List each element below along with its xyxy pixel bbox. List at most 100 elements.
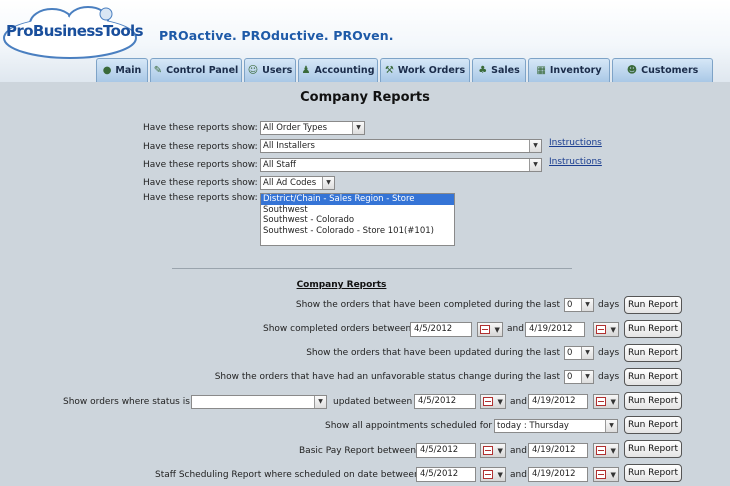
and-label: and (510, 470, 527, 480)
chevron-down-icon: ▼ (529, 140, 541, 152)
chevron-down-icon: ▼ (581, 371, 593, 383)
ad-codes-value: All Ad Codes (263, 178, 317, 188)
tab-label: Customers (641, 65, 699, 76)
inventory-icon: ▦ (536, 65, 546, 76)
run-report-button[interactable]: Run Report (624, 368, 682, 386)
calendar-icon (483, 470, 494, 479)
completed-to-date[interactable]: 4/19/2012 (525, 322, 585, 337)
pay-from-date[interactable]: 4/5/2012 (416, 443, 476, 458)
run-report-button[interactable]: Run Report (624, 440, 682, 458)
order-types-value: All Order Types (263, 123, 328, 133)
status-to-date[interactable]: 4/19/2012 (528, 394, 588, 409)
staff-value: All Staff (263, 160, 297, 170)
updated-days-value: 0 (567, 348, 573, 358)
chevron-down-icon: ▼ (610, 470, 616, 479)
updated-between-label: updated between (333, 397, 413, 407)
calendar-button[interactable]: ▼ (593, 322, 619, 337)
order-types-select[interactable]: All Order Types ▼ (260, 121, 365, 135)
region-option[interactable]: Southwest - Colorado (261, 215, 454, 226)
sales-icon: ♣ (478, 65, 488, 76)
run-report-button[interactable]: Run Report (624, 296, 682, 314)
calendar-button[interactable]: ▼ (480, 394, 506, 409)
calendar-button[interactable]: ▼ (593, 467, 619, 482)
updated-days-select[interactable]: 0 ▼ (564, 346, 594, 360)
tab-label: Accounting (314, 65, 375, 76)
calendar-icon (596, 325, 607, 334)
status-select[interactable]: ▼ (191, 395, 327, 409)
unfavorable-days-value: 0 (567, 372, 573, 382)
appointments-day-value: today : Thursday (497, 421, 569, 431)
calendar-button[interactable]: ▼ (480, 443, 506, 458)
completed-days-select[interactable]: 0 ▼ (564, 298, 594, 312)
calendar-icon (596, 446, 607, 455)
run-report-button[interactable]: Run Report (624, 464, 682, 482)
report-basic-pay-label: Basic Pay Report between (299, 446, 417, 456)
run-report-button[interactable]: Run Report (624, 416, 682, 434)
header: ProBusinessTools PROactive. PROductive. … (0, 0, 730, 82)
staff-select[interactable]: All Staff ▼ (260, 158, 542, 172)
schedule-to-date[interactable]: 4/19/2012 (528, 467, 588, 482)
report-status-label: Show orders where status is (63, 397, 190, 407)
chevron-down-icon: ▼ (610, 325, 616, 334)
unfavorable-days-select[interactable]: 0 ▼ (564, 370, 594, 384)
days-label: days (598, 372, 620, 382)
region-option[interactable]: District/Chain - Sales Region - Store (261, 194, 454, 205)
wrench-icon: ✎ (153, 65, 163, 76)
tab-sales[interactable]: ♣ Sales (472, 58, 526, 82)
work-orders-icon: ⚒ (384, 65, 394, 76)
main-nav: ● Main ✎ Control Panel ☺ Users ♟ Account… (0, 58, 730, 82)
chevron-down-icon: ▼ (581, 347, 593, 359)
status-from-date[interactable]: 4/5/2012 (414, 394, 476, 409)
report-completed-last-label: Show the orders that have been completed… (295, 300, 560, 310)
installers-value: All Installers (263, 141, 315, 151)
chevron-down-icon: ▼ (529, 159, 541, 171)
chevron-down-icon: ▼ (352, 122, 364, 134)
instructions-link-staff[interactable]: Instructions (549, 157, 602, 167)
tab-main[interactable]: ● Main (96, 58, 148, 82)
report-updated-last-label: Show the orders that have been updated d… (306, 348, 560, 358)
pay-to-date[interactable]: 4/19/2012 (528, 443, 588, 458)
calendar-button[interactable]: ▼ (477, 322, 503, 337)
appointments-day-select[interactable]: today : Thursday ▼ (494, 419, 618, 433)
run-report-button[interactable]: Run Report (624, 344, 682, 362)
chevron-down-icon: ▼ (610, 446, 616, 455)
region-option[interactable]: Southwest (261, 205, 454, 216)
chevron-down-icon: ▼ (322, 177, 334, 189)
chevron-down-icon: ▼ (605, 420, 617, 432)
report-appointments-label: Show all appointments scheduled for (325, 421, 493, 431)
tab-control-panel[interactable]: ✎ Control Panel (150, 58, 242, 82)
completed-days-value: 0 (567, 300, 573, 310)
report-completed-between-label: Show completed orders between (263, 324, 412, 334)
and-label: and (510, 446, 527, 456)
tab-label: Work Orders (397, 65, 466, 76)
instructions-link-installers[interactable]: Instructions (549, 138, 602, 148)
tab-users[interactable]: ☺ Users (244, 58, 296, 82)
tab-label: Main (115, 65, 142, 76)
calendar-button[interactable]: ▼ (593, 443, 619, 458)
region-listbox[interactable]: District/Chain - Sales Region - Store So… (260, 193, 455, 246)
tab-accounting[interactable]: ♟ Accounting (298, 58, 378, 82)
calendar-button[interactable]: ▼ (593, 394, 619, 409)
logo-text: ProBusinessTools (6, 22, 144, 40)
report-unfavorable-label: Show the orders that have had an unfavor… (214, 372, 560, 382)
tab-customers[interactable]: ☻ Customers (612, 58, 713, 82)
calendar-button[interactable]: ▼ (480, 467, 506, 482)
and-label: and (510, 397, 527, 407)
filter-label-installers: Have these reports show: (143, 142, 258, 152)
chevron-down-icon: ▼ (314, 396, 326, 408)
page-title: Company Reports (300, 90, 430, 105)
and-label: and (507, 324, 524, 334)
run-report-button[interactable]: Run Report (624, 320, 682, 338)
tab-work-orders[interactable]: ⚒ Work Orders (380, 58, 470, 82)
ad-codes-select[interactable]: All Ad Codes ▼ (260, 176, 335, 190)
schedule-from-date[interactable]: 4/5/2012 (416, 467, 476, 482)
tab-inventory[interactable]: ▦ Inventory (528, 58, 610, 82)
filter-label-order-types: Have these reports show: (143, 123, 258, 133)
installers-select[interactable]: All Installers ▼ (260, 139, 542, 153)
completed-from-date[interactable]: 4/5/2012 (410, 322, 472, 337)
region-option[interactable]: Southwest - Colorado - Store 101(#101) (261, 226, 454, 237)
run-report-button[interactable]: Run Report (624, 392, 682, 410)
tagline: PROactive. PROductive. PROven. (159, 28, 394, 43)
chevron-down-icon: ▼ (494, 325, 500, 334)
chevron-down-icon: ▼ (497, 446, 503, 455)
